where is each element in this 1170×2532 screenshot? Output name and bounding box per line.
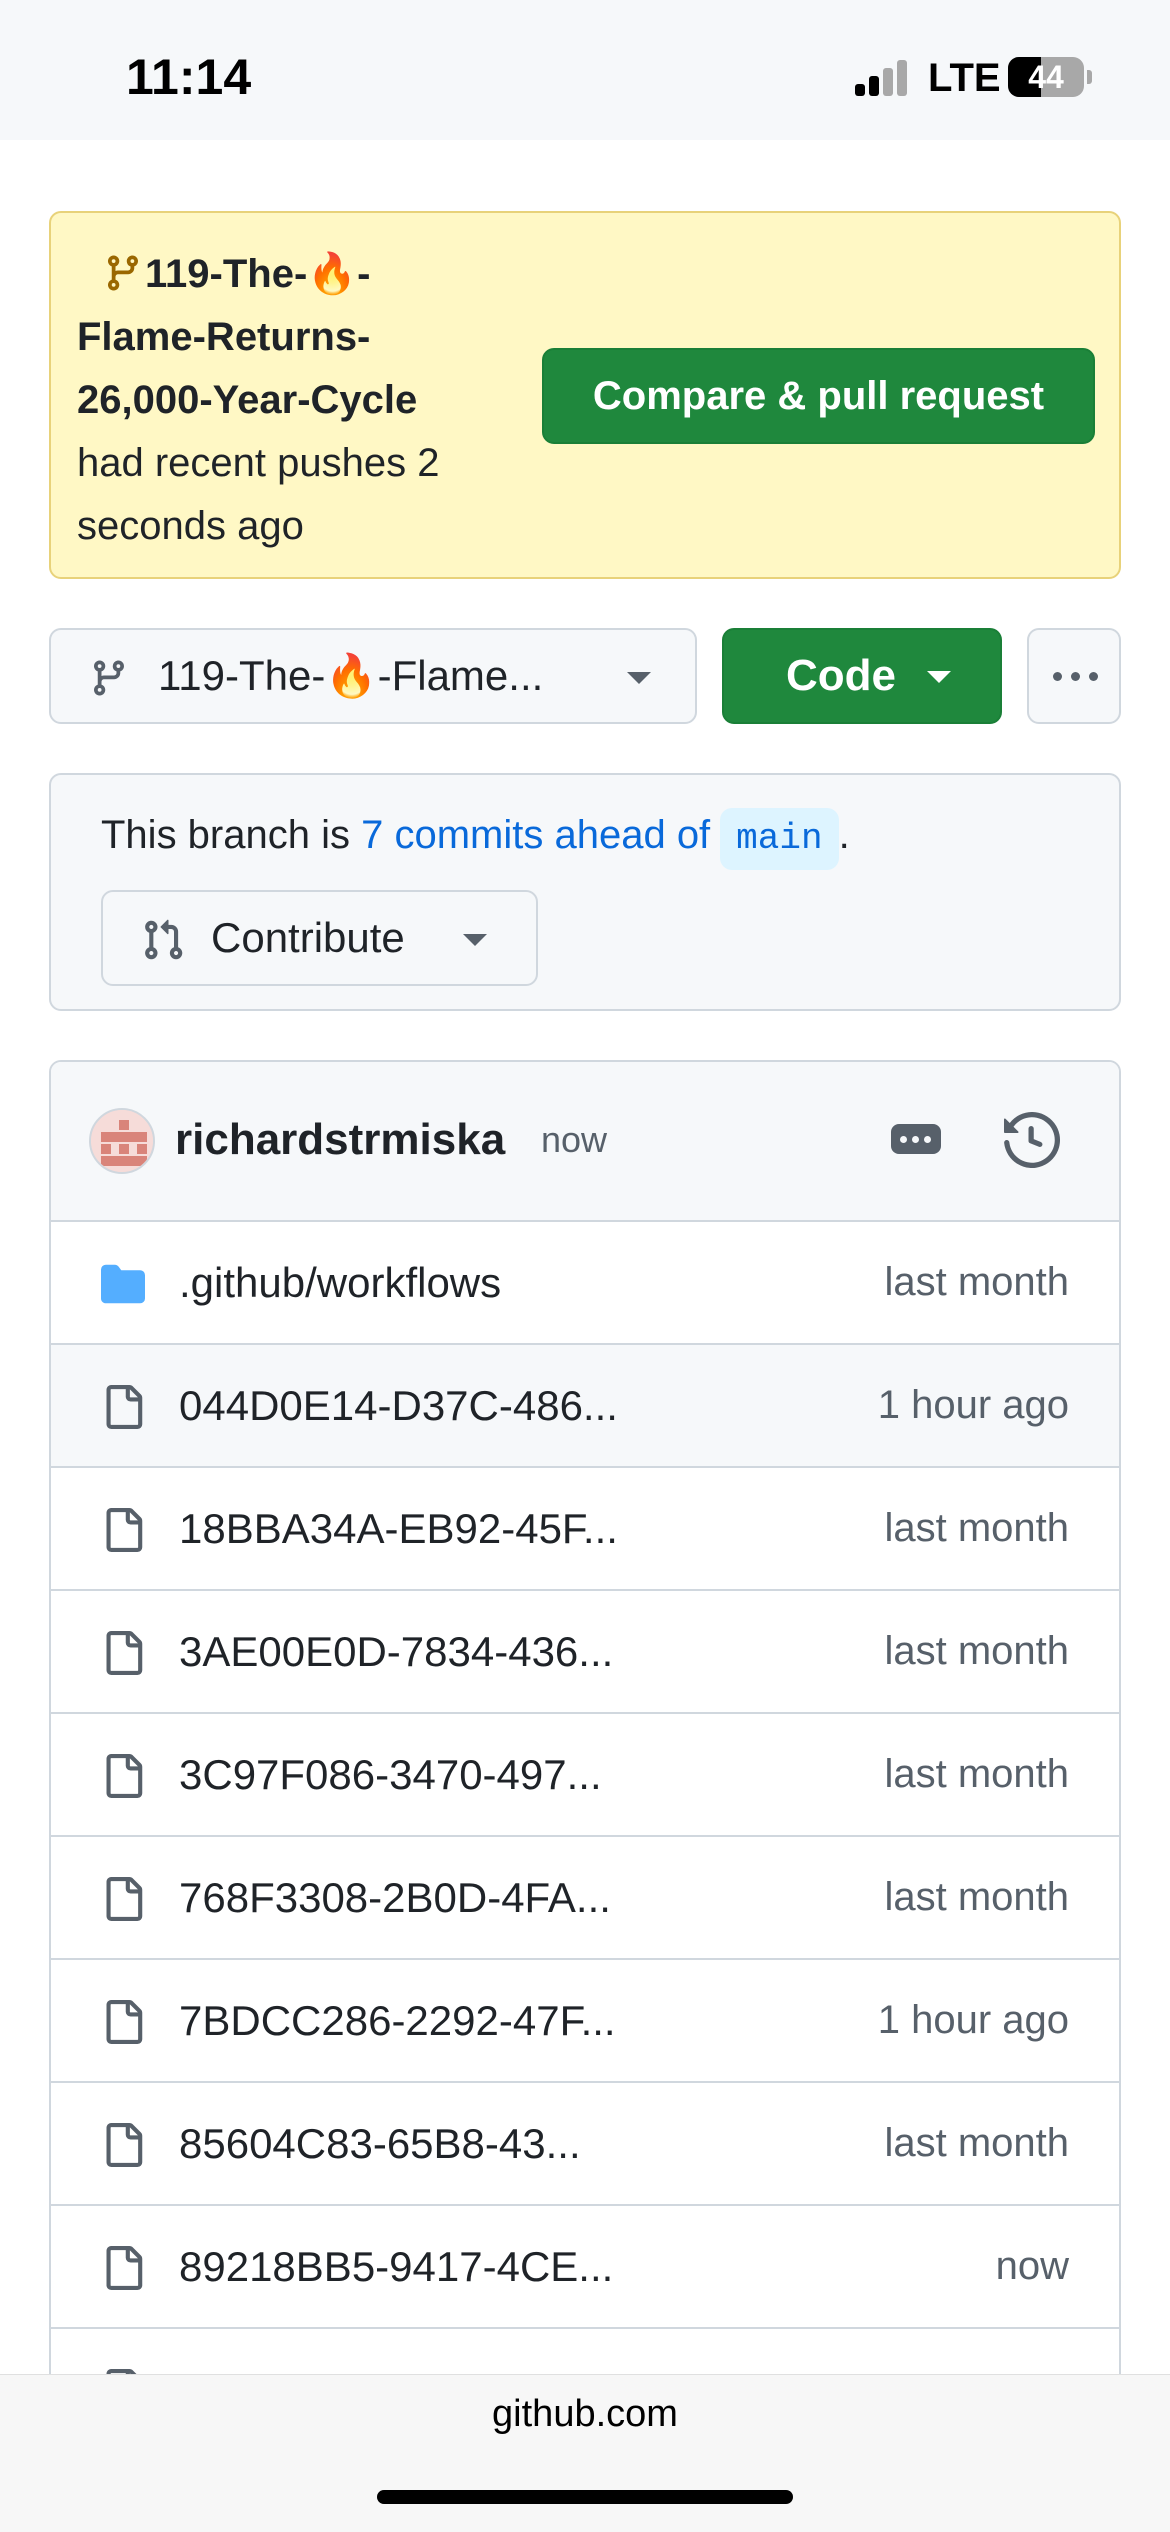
file-time: 1 hour ago	[877, 1998, 1069, 2042]
file-time: last month	[884, 1506, 1069, 1550]
more-options-button[interactable]	[1027, 628, 1121, 724]
code-button-label: Code	[786, 651, 896, 700]
pushed-branch-name-line-3: 26,000-Year-Cycle	[77, 378, 418, 422]
branch-ahead-notice: This branch is 7 commits ahead of main. C…	[49, 773, 1121, 1011]
code-button[interactable]: Code	[722, 628, 1002, 724]
status-bar: 11:14 LTE 44	[0, 0, 1170, 140]
browser-url-bar[interactable]: github.com	[0, 2374, 1170, 2532]
ahead-text: This branch is 7 commits ahead of main.	[101, 805, 850, 870]
file-time: now	[995, 2244, 1069, 2288]
file-icon	[106, 2000, 143, 2044]
identicon-icon	[91, 1110, 153, 1172]
battery-cap	[1087, 70, 1092, 84]
file-row[interactable]: 044D0E14-D37C-486... 1 hour ago	[51, 1345, 1119, 1468]
file-name: 044D0E14-D37C-486...	[179, 1382, 618, 1429]
folder-icon	[101, 1264, 145, 1304]
battery-icon: 44	[1008, 57, 1084, 97]
branch-selector-label: 119-The-🔥-Flame...	[158, 652, 544, 699]
chevron-down-icon	[627, 672, 651, 684]
avatar[interactable]	[89, 1108, 155, 1174]
file-icon	[106, 1508, 143, 1552]
file-time: last month	[884, 1875, 1069, 1919]
latest-commit-header: richardstrmiska now	[51, 1062, 1119, 1222]
network-type: LTE	[928, 56, 1001, 100]
commit-author[interactable]: richardstrmiska	[175, 1062, 505, 1218]
file-row[interactable]: 3AE00E0D-7834-436... last month	[51, 1591, 1119, 1714]
status-time: 11:14	[126, 49, 252, 105]
file-name: 768F3308-2B0D-4FA...	[179, 1874, 611, 1921]
file-row[interactable]: 89218BB5-9417-4CE... now	[51, 2206, 1119, 2329]
chevron-down-icon	[927, 671, 951, 683]
git-pull-request-icon	[145, 919, 183, 960]
recent-push-banner: 119-The-🔥- Flame-Returns- 26,000-Year-Cy…	[49, 211, 1121, 579]
push-message: 119-The-🔥- Flame-Returns- 26,000-Year-Cy…	[77, 243, 547, 558]
commits-ahead-link[interactable]: 7 commits ahead of	[361, 813, 710, 857]
file-name: 85604C83-65B8-43...	[179, 2120, 581, 2167]
chevron-down-icon	[463, 934, 487, 946]
file-icon	[106, 2123, 143, 2167]
file-time: last month	[884, 1752, 1069, 1796]
url-text[interactable]: github.com	[0, 2393, 1170, 2436]
base-branch-chip[interactable]: main	[720, 808, 839, 870]
contribute-label: Contribute	[211, 914, 405, 961]
file-row[interactable]: 85604C83-65B8-43... last month	[51, 2083, 1119, 2206]
battery-level: 44	[1028, 59, 1064, 95]
ellipsis-icon[interactable]	[891, 1124, 941, 1154]
file-name: 18BBA34A-EB92-45F...	[179, 1505, 618, 1552]
file-icon	[106, 1631, 143, 1675]
file-row[interactable]: 3C97F086-3470-497... last month	[51, 1714, 1119, 1837]
ahead-prefix: This branch is	[101, 813, 362, 857]
push-message-line-2: seconds ago	[77, 504, 304, 548]
kebab-horizontal-icon	[1051, 672, 1101, 682]
file-name: 7BDCC286-2292-47F...	[179, 1997, 616, 2044]
file-row-folder[interactable]: .github/workflows last month	[51, 1222, 1119, 1345]
file-browser: richardstrmiska now .github/workflows la…	[49, 1060, 1121, 2532]
file-time: last month	[884, 1629, 1069, 1673]
file-name: .github/workflows	[179, 1259, 502, 1306]
file-row[interactable]: 7BDCC286-2292-47F... 1 hour ago	[51, 1960, 1119, 2083]
commit-time: now	[541, 1119, 608, 1160]
file-row[interactable]: 18BBA34A-EB92-45F... last month	[51, 1468, 1119, 1591]
git-branch-icon	[93, 660, 124, 696]
branch-selector[interactable]: 119-The-🔥-Flame...	[49, 628, 697, 724]
file-icon	[106, 2246, 143, 2290]
file-icon	[106, 1385, 143, 1429]
compare-pull-request-button[interactable]: Compare & pull request	[542, 348, 1095, 444]
file-row[interactable]: 768F3308-2B0D-4FA... last month	[51, 1837, 1119, 1960]
file-icon	[106, 1754, 143, 1798]
file-time: last month	[884, 1260, 1069, 1304]
push-message-line-1: had recent pushes 2	[77, 441, 440, 485]
file-time: 1 hour ago	[877, 1383, 1069, 1427]
pushed-branch-name-line-1: 119-The-🔥-	[145, 252, 371, 296]
ahead-suffix: .	[838, 813, 850, 857]
signal-strength-icon	[855, 60, 915, 96]
file-name: 3AE00E0D-7834-436...	[179, 1628, 614, 1675]
file-name: 3C97F086-3470-497...	[179, 1751, 602, 1798]
history-icon[interactable]	[1004, 1112, 1060, 1168]
file-name: 89218BB5-9417-4CE...	[179, 2243, 614, 2290]
contribute-button[interactable]: Contribute	[101, 890, 538, 986]
pushed-branch-name-line-2: Flame-Returns-	[77, 315, 371, 359]
file-time: last month	[884, 2121, 1069, 2165]
file-icon	[106, 1877, 143, 1921]
home-indicator[interactable]	[377, 2490, 793, 2504]
